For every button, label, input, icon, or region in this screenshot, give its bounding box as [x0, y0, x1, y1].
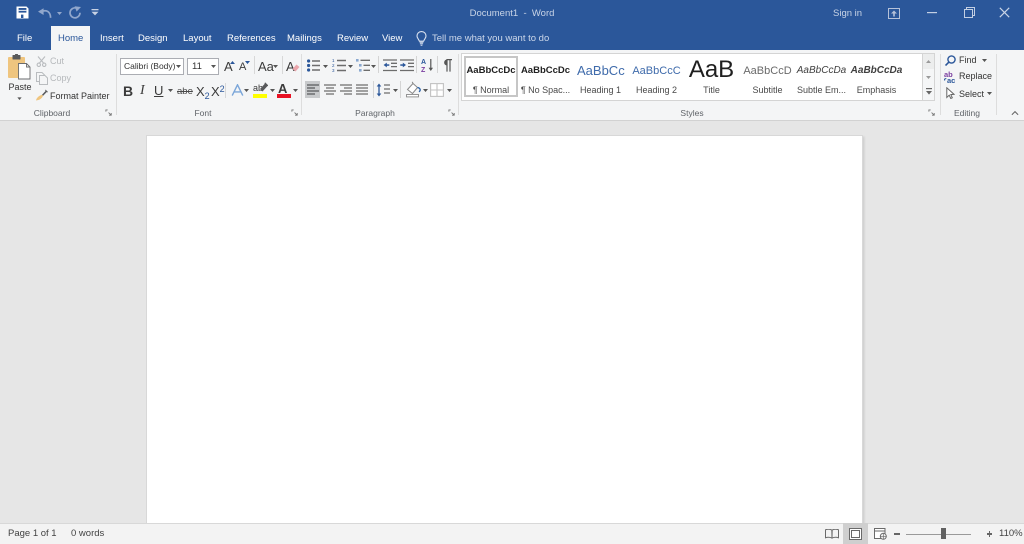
svg-text:ac: ac: [947, 76, 955, 83]
svg-text:3: 3: [332, 68, 335, 72]
svg-text:A: A: [421, 59, 426, 66]
svg-text:Z: Z: [421, 67, 426, 72]
